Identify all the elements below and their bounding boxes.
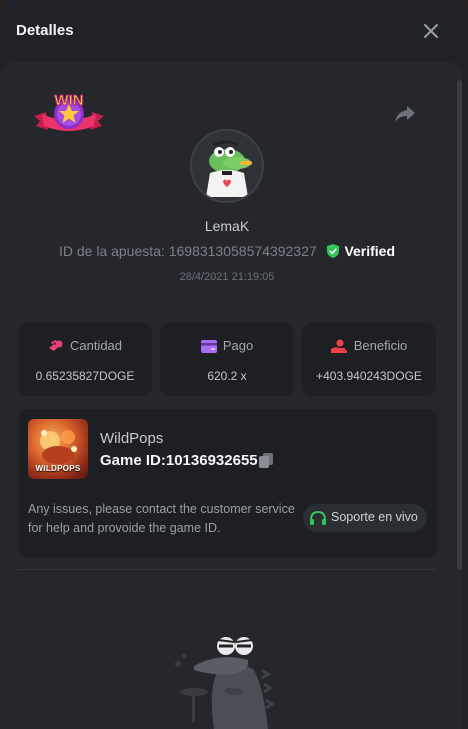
stat-cantidad: Cantidad 0.65235827DOGE bbox=[18, 323, 152, 396]
copy-icon[interactable] bbox=[258, 452, 274, 468]
stat-pago: Pago 620.2 x bbox=[160, 323, 294, 396]
stat-label: Beneficio bbox=[353, 338, 408, 353]
coins-icon bbox=[48, 340, 63, 351]
game-name: WildPops bbox=[100, 430, 164, 447]
stat-label: Pago bbox=[222, 338, 254, 353]
game-id-label: Game ID: bbox=[100, 452, 166, 469]
share-icon[interactable] bbox=[394, 104, 416, 124]
live-support-button[interactable]: Soporte en vivo bbox=[303, 504, 427, 532]
modal-title: Detalles bbox=[16, 22, 74, 39]
game-id-value: 10136932655 bbox=[165, 452, 258, 469]
verified-label: Verified bbox=[344, 243, 396, 259]
bet-id-value: 1698313058574392327 bbox=[168, 243, 317, 259]
scrollbar[interactable] bbox=[457, 80, 462, 570]
game-thumbnail[interactable]: WILDPOPS bbox=[28, 419, 88, 479]
close-icon[interactable] bbox=[420, 20, 442, 42]
username: LemaK bbox=[204, 218, 250, 234]
headset-icon bbox=[310, 510, 326, 525]
game-id: Game ID:10136932655 bbox=[100, 452, 258, 469]
crocodile-avatar-icon bbox=[192, 131, 262, 201]
hand-coin-icon bbox=[330, 339, 347, 353]
live-support-label: Soporte en vivo bbox=[331, 510, 418, 524]
stat-value: 0.65235827DOGE bbox=[35, 369, 135, 383]
game-thumbnail-text: WILDPOPS bbox=[35, 464, 81, 473]
modal-header: Detalles bbox=[0, 0, 468, 62]
verified-shield-icon bbox=[326, 244, 339, 258]
win-badge-text: WIN bbox=[54, 92, 83, 109]
help-text: Any issues, please contact the customer … bbox=[28, 502, 295, 535]
stat-value: 620.2 x bbox=[207, 369, 247, 383]
crocodile-mascot-icon bbox=[175, 637, 275, 729]
game-card: WILDPOPS WildPops Game ID:10136932655 An… bbox=[18, 409, 437, 557]
stat-label: Cantidad bbox=[69, 338, 123, 353]
win-badge-icon: WIN bbox=[34, 92, 104, 131]
bet-datetime: 28/4/2021 21:19:05 bbox=[179, 271, 275, 283]
bet-id-row: ID de la apuesta: 1698313058574392327 Ve… bbox=[0, 243, 454, 259]
avatar bbox=[190, 129, 264, 203]
stat-beneficio: Beneficio +403.940243DOGE bbox=[302, 323, 436, 396]
card-icon bbox=[200, 340, 217, 353]
stat-value: +403.940243DOGE bbox=[316, 369, 422, 383]
bet-id-label: ID de la apuesta: bbox=[58, 243, 165, 259]
divider bbox=[18, 569, 437, 570]
